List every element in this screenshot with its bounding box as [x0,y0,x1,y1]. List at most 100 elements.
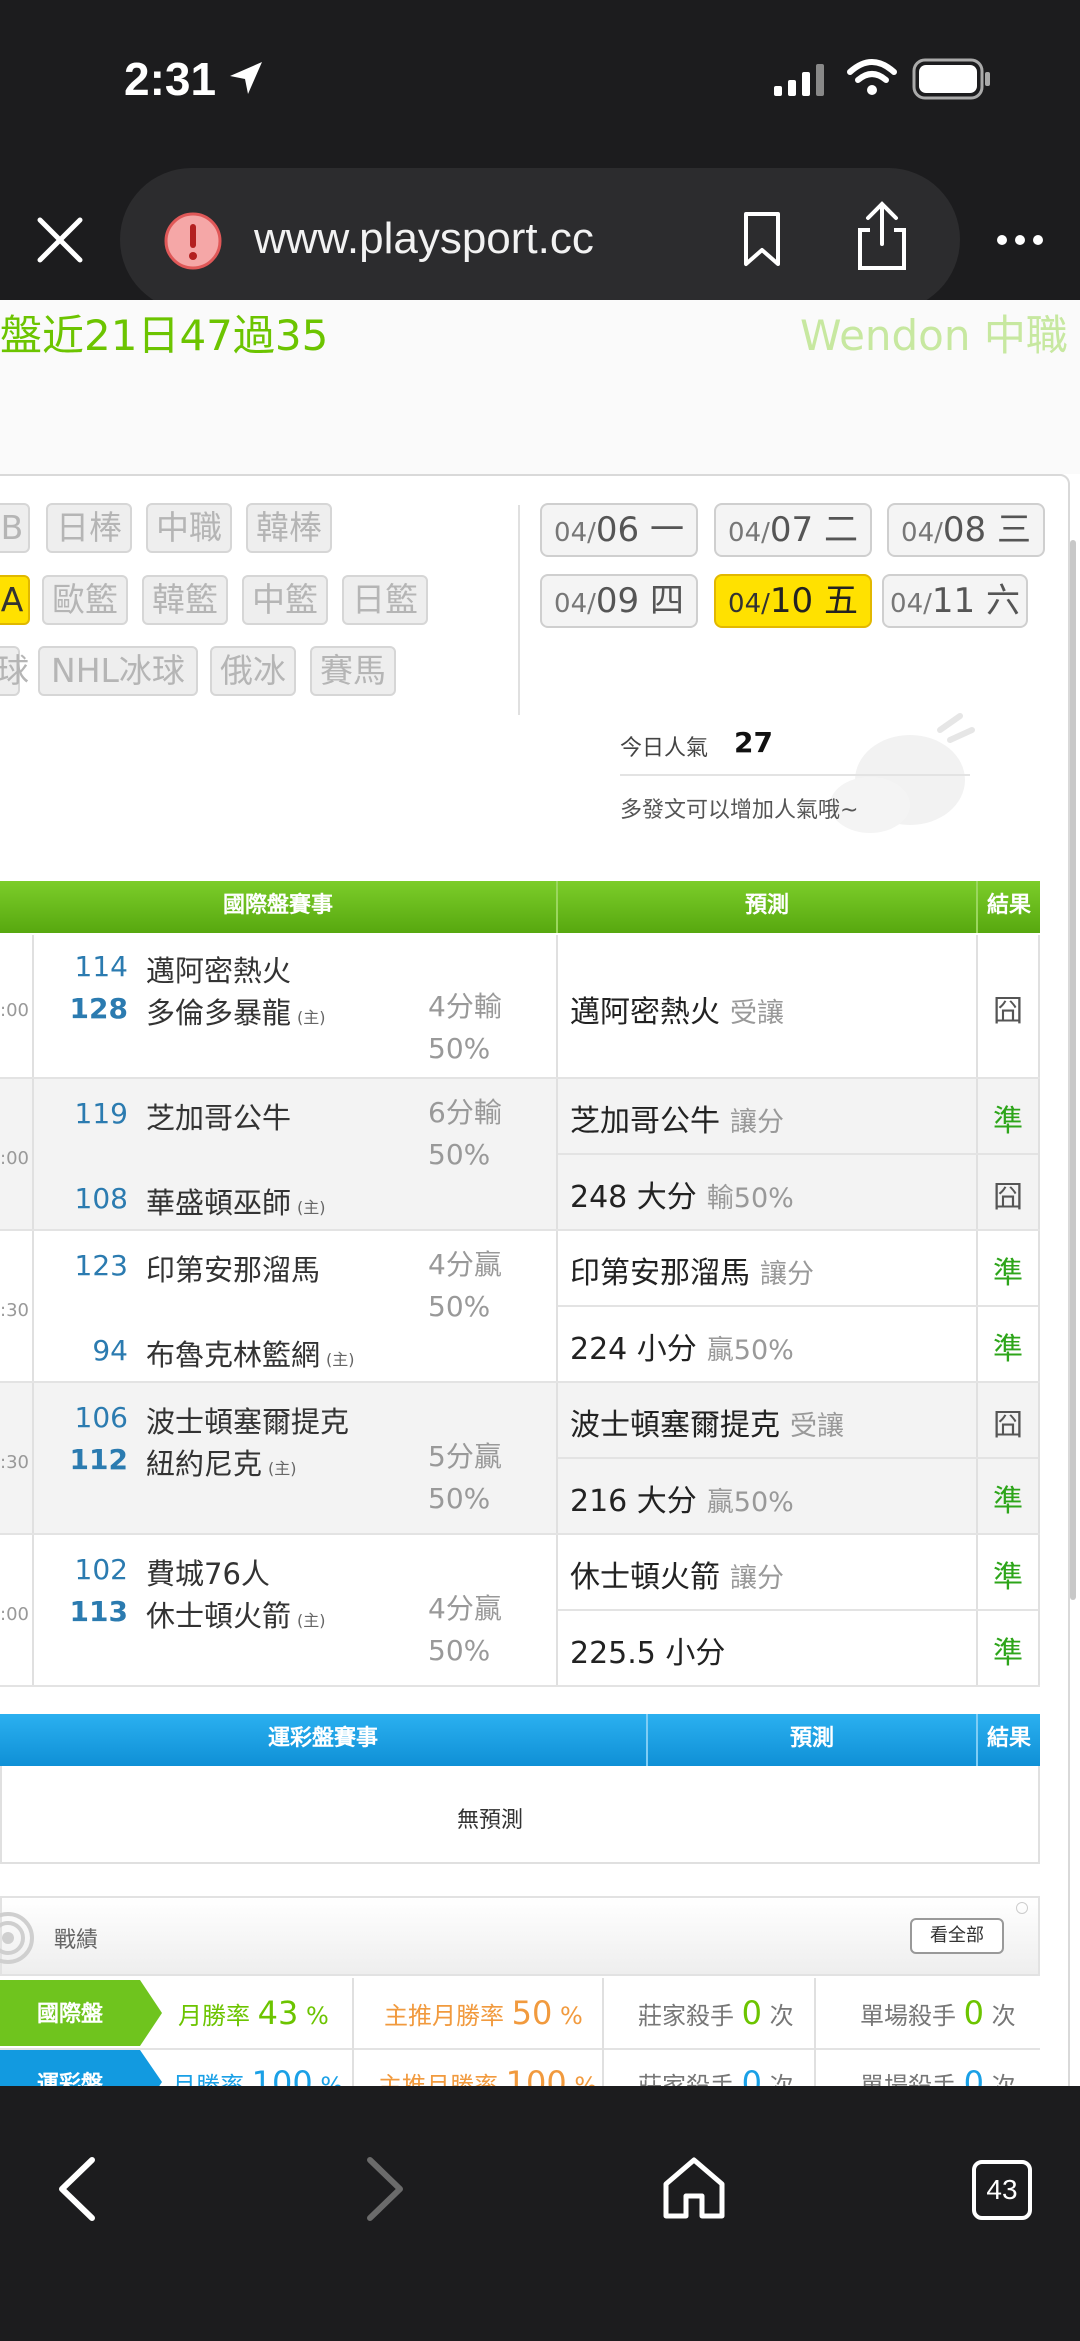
spread-result: 4分贏 50% [428,1592,502,1667]
home-team[interactable]: 華盛頓巫師 (主) [146,1180,326,1222]
game-time: :00 [0,1148,29,1169]
result-miss: 囧 [993,994,1023,1029]
home-team[interactable]: 紐約尼克 (主) [146,1441,297,1483]
banner-record-text: 盤近21日47過35 [0,311,329,360]
popularity-value: 27 [734,726,773,759]
lottery-header-result: 結果 [986,1726,1031,1751]
result-hit: 準 [993,1560,1023,1595]
date-0410[interactable]: 04/10 五 [714,574,872,628]
record-swirl-icon [0,1912,34,1964]
prediction-pick: 224 小分 贏50% [570,1332,794,1367]
url-text[interactable]: www.playsport.cc [254,214,594,264]
home-marker: (主) [326,1350,355,1369]
team-number: 119 [74,1097,128,1130]
date-0406[interactable]: 04/06 一 [540,503,698,557]
league-tag-bleague[interactable]: 日籃 [342,575,428,625]
result-hit: 準 [993,1256,1023,1291]
team-number: 106 [74,1401,128,1434]
popularity-hint: 多發文可以增加人氣哦~ [620,798,859,823]
banner-user-text: Wendon 中職 [800,311,1068,360]
date-0409[interactable]: 04/09 四 [540,574,698,628]
spread-result: 4分輸 50% [428,990,502,1065]
team-number: 128 [69,992,128,1025]
league-tag-cpbl[interactable]: 中職 [146,503,232,553]
team-number: 94 [92,1334,128,1367]
league-tag-kbo[interactable]: 韓棒 [246,503,332,553]
more-icon[interactable] [996,232,1044,248]
back-icon[interactable] [52,2154,102,2224]
tabs-count-button[interactable]: 43 [972,2160,1032,2220]
no-prediction-text: 無預測 [456,1808,523,1833]
team-number: 112 [69,1443,128,1476]
prediction-pick: 248 大分 輸50% [570,1180,794,1215]
league-tag-nhl[interactable]: NHL冰球 [38,646,198,696]
home-team[interactable]: 多倫多暴龍 (主) [146,990,326,1032]
home-team[interactable]: 休士頓火箭 (主) [146,1593,326,1635]
share-icon[interactable] [854,200,910,272]
away-team[interactable]: 印第安那溜馬 [146,1247,320,1289]
lottery-header-prediction: 預測 [789,1726,834,1751]
prediction-pick: 休士頓火箭 讓分 [570,1560,784,1595]
league-tag-kbl[interactable]: 韓籃 [142,575,228,625]
intl-header-prediction: 預測 [744,893,789,918]
home-team[interactable]: 布魯克林籃網 (主) [146,1332,355,1374]
date-0407[interactable]: 04/07 二 [714,503,872,557]
intl-record-label: 國際盤 [36,2002,103,2027]
intl-header-events: 國際盤賽事 [222,893,333,918]
result-hit: 準 [993,1104,1023,1139]
league-tag-b[interactable]: B [0,503,30,553]
record-title: 戰績 [54,1928,99,1953]
prediction-pick: 225.5 小分 [570,1636,726,1671]
main-pick-win-rate: 主推月勝率 50 % [384,1994,583,2032]
game-time: :30 [0,1452,29,1473]
vertical-scrollbar[interactable] [1070,540,1076,1600]
game-time: :30 [0,1300,29,1321]
security-warning-icon[interactable] [162,210,224,272]
battery-icon [912,58,990,100]
record-header [0,1896,1040,1976]
status-time: 2:31 [124,53,217,105]
single-game-killer-count: 單場殺手 0 次 [860,1994,1016,2032]
result-hit: 準 [993,1484,1023,1519]
result-miss: 囧 [993,1180,1023,1215]
date-0411[interactable]: 04/11 六 [882,574,1028,628]
result-hit: 準 [993,1636,1023,1671]
league-tag-npb[interactable]: 日棒 [46,503,132,553]
league-tag-a[interactable]: A [0,575,30,625]
home-marker: (主) [297,1611,326,1630]
away-team[interactable]: 波士頓塞爾提克 [146,1399,349,1441]
record-dot-icon [1016,1902,1028,1914]
league-tag-khl[interactable]: 俄冰 [210,646,296,696]
team-number: 114 [74,950,128,983]
banker-killer-count: 莊家殺手 0 次 [638,1994,794,2032]
date-0408[interactable]: 04/08 三 [887,503,1045,557]
bookmark-icon[interactable] [740,210,784,268]
away-team[interactable]: 芝加哥公牛 [146,1095,291,1137]
league-tag-cba[interactable]: 中籃 [242,575,328,625]
home-marker: (主) [268,1459,297,1478]
away-team[interactable]: 邁阿密熱火 [146,948,291,990]
lottery-header-events: 運彩盤賽事 [267,1726,378,1751]
signal-icon [774,64,824,96]
prediction-pick: 邁阿密熱火 受讓 [570,995,784,1030]
result-hit: 準 [993,1332,1023,1367]
league-tag-horse[interactable]: 賽馬 [310,646,396,696]
spread-result: 6分輸 50% [428,1096,502,1171]
intl-header-result: 結果 [986,893,1031,918]
away-team[interactable]: 費城76人 [146,1551,270,1593]
spacer [0,400,1080,474]
league-tag-euro-basketball[interactable]: 歐籃 [42,575,128,625]
browser-bottom-bar [0,2086,1080,2341]
view-all-button[interactable]: 看全部 [910,1918,1004,1954]
monthly-win-rate: 月勝率 43 % [178,1994,329,2032]
location-arrow-icon [230,62,262,94]
result-miss: 囧 [993,1408,1023,1443]
close-icon[interactable] [34,214,86,266]
team-number: 113 [69,1595,128,1628]
league-tag-ball[interactable]: 球 [0,646,29,696]
game-time: :00 [0,1000,29,1021]
home-icon[interactable] [660,2154,728,2222]
prediction-pick: 芝加哥公牛 讓分 [570,1104,784,1139]
game-time: :00 [0,1604,29,1625]
forward-icon[interactable] [360,2154,410,2224]
